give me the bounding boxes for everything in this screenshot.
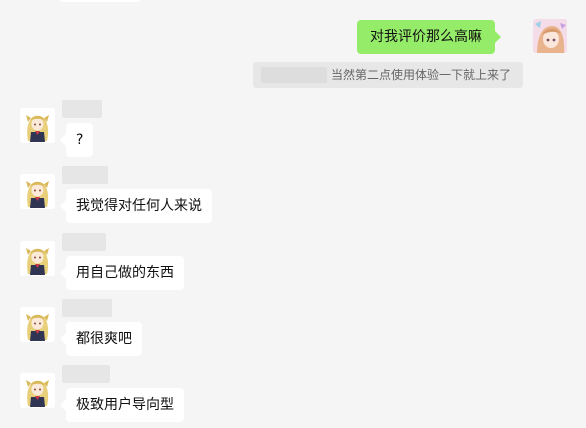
contact-avatar[interactable] [20, 174, 55, 209]
received-message-bubble[interactable]: 极致用户导向型 [60, 388, 184, 422]
received-message-row: ? [0, 100, 586, 158]
contact-avatar[interactable] [20, 373, 55, 408]
sender-name-redacted [62, 100, 102, 118]
anime-blonde-girl-avatar-icon [20, 241, 55, 276]
sender-name-redacted [62, 365, 110, 383]
contact-avatar[interactable] [20, 307, 55, 342]
received-message-bubble[interactable]: 用自己做的东西 [60, 256, 184, 290]
received-message-bubble[interactable]: ? [59, 123, 94, 157]
received-message-bubble[interactable]: 都很爽吧 [60, 322, 142, 356]
anime-blonde-girl-avatar-icon [20, 174, 55, 209]
contact-avatar[interactable] [20, 241, 55, 276]
anime-girl-avatar-icon [533, 19, 567, 53]
quoted-sender-name-redacted [261, 67, 327, 83]
sender-name-redacted [62, 233, 106, 251]
anime-blonde-girl-avatar-icon [20, 108, 55, 143]
received-message-bubble[interactable]: 我觉得对任何人来说 [60, 189, 212, 223]
self-avatar[interactable] [533, 19, 567, 53]
received-message-row: 我觉得对任何人来说 [0, 166, 586, 224]
received-message-row: 用自己做的东西 [0, 233, 586, 291]
received-message-row: 都很爽吧 [0, 299, 586, 357]
quoted-text: 当然第二点使用体验一下就上来了 [331, 68, 512, 82]
quoted-reply[interactable]: 当然第二点使用体验一下就上来了 [253, 62, 523, 88]
anime-blonde-girl-avatar-icon [20, 373, 55, 408]
sender-name-redacted [62, 166, 108, 184]
received-message-row: 极致用户导向型 [0, 365, 586, 423]
sent-message-bubble[interactable]: 对我评价那么高嘛 [357, 20, 501, 54]
previous-message-edge [60, 0, 140, 2]
sent-message-row: 对我评价那么高嘛 [0, 17, 586, 57]
anime-blonde-girl-avatar-icon [20, 307, 55, 342]
sender-name-redacted [62, 299, 112, 317]
contact-avatar[interactable] [20, 108, 55, 143]
